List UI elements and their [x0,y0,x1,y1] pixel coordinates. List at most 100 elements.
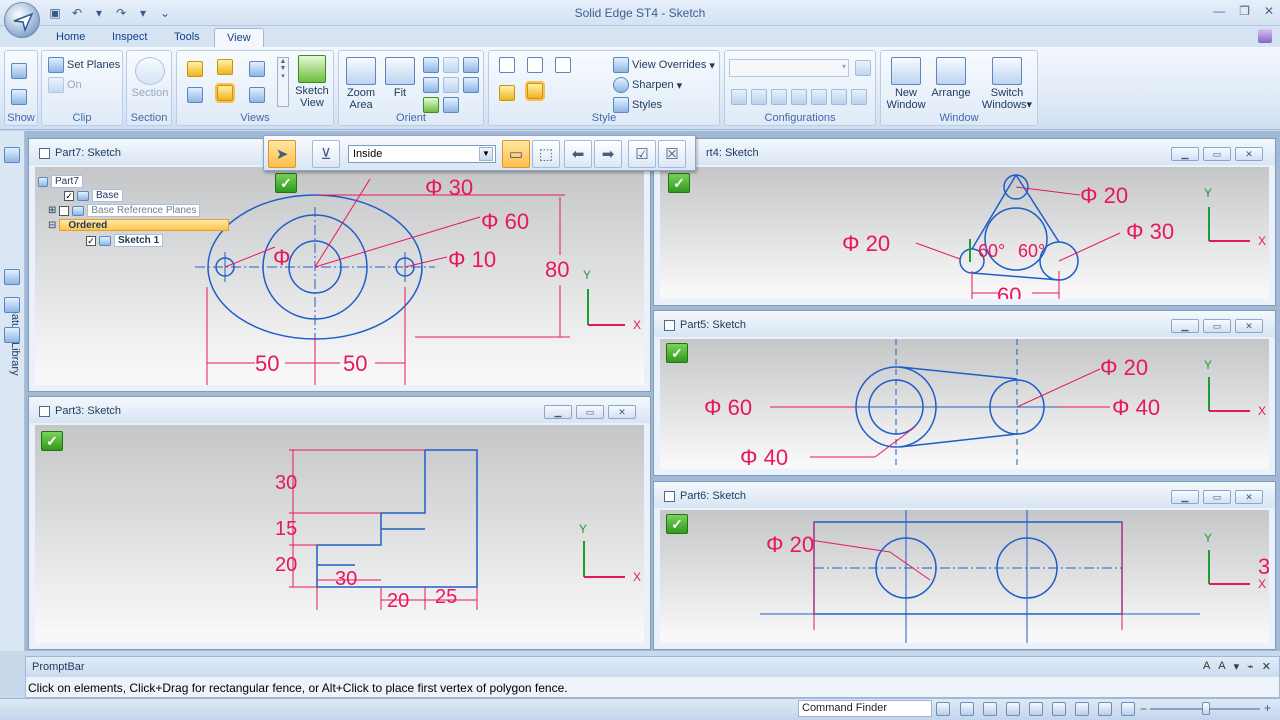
switch-windows-button[interactable]: Switch Windows▾ [979,57,1035,111]
view-bottom-icon[interactable] [249,87,265,103]
sketch1-checkbox[interactable]: ✓ [86,235,96,246]
font-decrease-icon[interactable]: A [1218,660,1225,673]
dim-part3-v30[interactable]: 30 [275,472,297,494]
zoom-slider-thumb[interactable] [1202,702,1210,715]
views-gallery-scroll[interactable]: ▲ ▼ ▾ [277,57,289,107]
dim-part5-d20[interactable]: Φ 20 [1100,355,1148,380]
shaded-view-icon[interactable] [1098,702,1112,716]
dim-part7-v80[interactable]: 80 [545,257,569,282]
zoom-out-icon[interactable]: − [1140,702,1147,716]
undo-icon[interactable]: ↶ [68,4,86,22]
config-tool-2-icon[interactable] [751,89,767,105]
tab-inspect[interactable]: Inspect [100,28,159,48]
maximize-icon[interactable]: ▭ [576,405,604,419]
zoom-icon[interactable] [983,702,997,716]
pan-icon[interactable] [443,57,459,73]
application-menu-button[interactable] [4,2,40,38]
close-icon[interactable]: ✕ [608,405,636,419]
sketch-check-icon[interactable]: ✓ [666,343,688,363]
previous-button[interactable]: ⬅ [564,140,592,168]
named-views-icon[interactable] [443,97,459,113]
sketch-check-icon[interactable]: ✓ [275,173,297,193]
shaded-icon[interactable] [499,85,515,101]
sketch-view-icon[interactable] [1075,702,1089,716]
dim-part7-d60[interactable]: Φ 60 [481,209,529,234]
spin-icon[interactable] [443,77,459,93]
configurations-dropdown[interactable]: ▾ [729,59,849,77]
minimize-icon[interactable]: — [1213,4,1225,18]
font-increase-icon[interactable]: A [1203,660,1210,673]
close-icon[interactable]: ✕ [1262,660,1271,673]
layers-tab-icon[interactable] [4,269,20,285]
pathfinder-tab-icon[interactable] [4,147,20,163]
base-ref-planes-checkbox[interactable] [59,205,70,216]
config-tool-4-icon[interactable] [791,89,807,105]
select-filter-button[interactable]: ⊻ [312,140,340,168]
dim-part3-v20[interactable]: 20 [275,554,297,576]
minimize-icon[interactable]: ▁ [1171,490,1199,504]
dim-part6-d20[interactable]: Φ 20 [766,532,814,557]
close-icon[interactable]: ✕ [1264,4,1274,18]
family-tab-icon[interactable] [4,327,20,343]
sketch-orient-icon[interactable] [423,97,439,113]
undo-dropdown-icon[interactable]: ▾ [90,4,108,22]
window-part6[interactable]: Part6: Sketch ▁ ▭ ✕ Φ 20 3 Y X ✓ [653,481,1276,650]
accept-button[interactable]: ☑ [628,140,656,168]
dim-part7-h50b[interactable]: 50 [343,351,367,376]
minimize-icon[interactable]: ▁ [544,405,572,419]
dim-part4-d20b[interactable]: Φ 20 [842,231,890,256]
redo-icon[interactable]: ↷ [112,4,130,22]
dim-part4-d30[interactable]: Φ 30 [1126,219,1174,244]
maximize-icon[interactable]: ▭ [1203,319,1231,333]
wireframe-icon[interactable] [499,57,515,73]
sketch-canvas-part3[interactable]: 30 15 20 30 20 25 Y X [35,425,644,643]
close-icon[interactable]: ✕ [1235,319,1263,333]
rotate-icon[interactable] [1052,702,1066,716]
rotate-icon[interactable] [463,57,479,73]
previous-view-icon[interactable] [423,77,439,93]
set-planes-button[interactable]: Set Planes [48,57,120,73]
new-window-button[interactable]: New Window [883,57,929,111]
dim-part4-d20a[interactable]: Φ 20 [1080,183,1128,208]
select-tool-button[interactable]: ➤ [268,140,296,168]
dim-part7-d30[interactable]: Φ 30 [425,175,473,200]
cancel-button[interactable]: ☒ [658,140,686,168]
rectangle-fence-button[interactable]: ▭ [502,140,530,168]
sketch-check-icon[interactable]: ✓ [666,514,688,534]
show-all-icon[interactable] [11,89,27,105]
config-tool-6-icon[interactable] [831,89,847,105]
tree-root[interactable]: Part7 [38,175,83,188]
next-button[interactable]: ➡ [594,140,622,168]
config-tool-3-icon[interactable] [771,89,787,105]
sketch-check-icon[interactable]: ✓ [668,173,690,193]
maximize-icon[interactable]: ❐ [1239,4,1250,18]
visible-edges-icon[interactable] [527,57,543,73]
sketch-view-button[interactable]: Sketch View [293,55,331,109]
clip-on-button[interactable]: On [48,77,82,93]
config-tool-1-icon[interactable] [731,89,747,105]
sharpen-button[interactable]: Sharpen ▾ [613,77,682,93]
fence-mode-dropdown[interactable]: Inside ▼ [348,145,496,163]
dim-part3-h30[interactable]: 30 [335,568,357,590]
show-icon[interactable] [11,63,27,79]
wireframe-view-icon[interactable] [1121,702,1135,716]
dim-part3-h25[interactable]: 25 [435,586,457,608]
tree-ordered[interactable]: ⊟ Ordered [48,219,230,231]
customize-icon[interactable]: ⌄ [156,4,174,22]
minimize-icon[interactable]: ▁ [1171,147,1199,161]
zoom-icon[interactable] [423,57,439,73]
expand-icon[interactable]: ⊞ [48,205,56,216]
config-tool-5-icon[interactable] [811,89,827,105]
view-top-icon[interactable] [187,61,203,77]
dim-part5-d60[interactable]: Φ 60 [704,395,752,420]
close-icon[interactable]: ✕ [1235,147,1263,161]
fit-button[interactable]: Fit [383,57,417,99]
tab-view[interactable]: View [214,28,264,48]
view-right-icon[interactable] [249,61,265,77]
collapse-icon[interactable]: ⊟ [48,220,56,231]
command-finder-input[interactable]: Command Finder [798,700,932,717]
styles-button[interactable]: Styles [613,97,662,113]
view-iso-icon[interactable] [217,59,233,75]
minimize-icon[interactable]: ▁ [1171,319,1199,333]
dim-part4-a60b[interactable]: 60° [1018,241,1045,261]
